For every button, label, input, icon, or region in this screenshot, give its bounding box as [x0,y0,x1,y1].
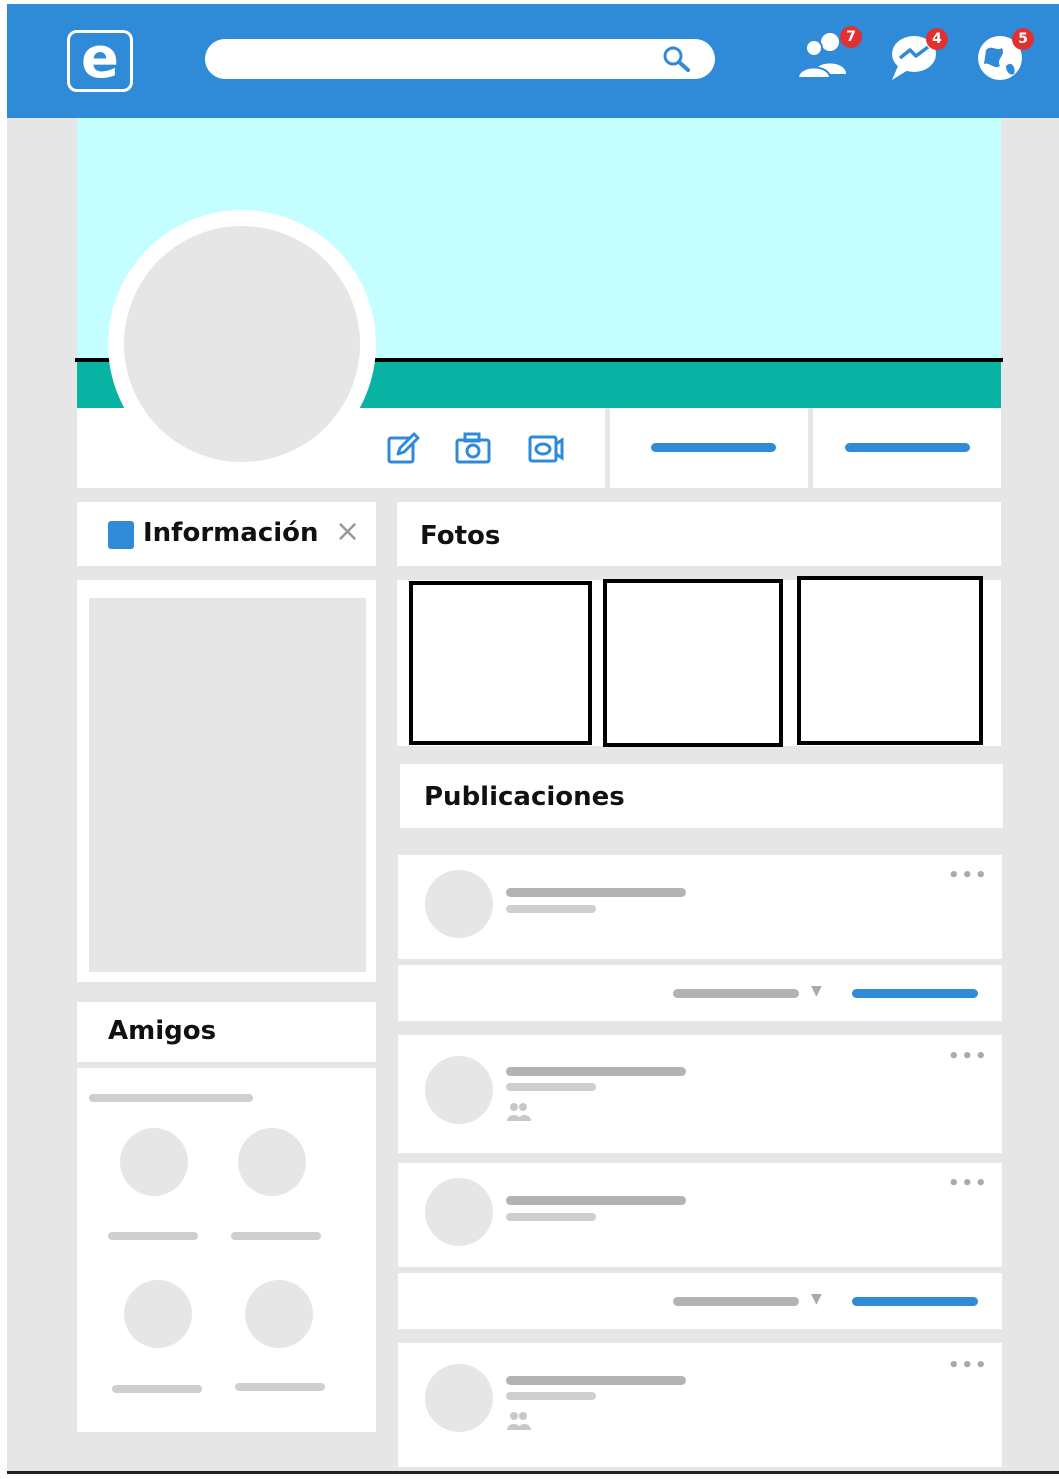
friend-name-placeholder [235,1383,325,1391]
group-icon [507,1412,531,1430]
post-action-button[interactable] [852,1297,978,1306]
camera-icon[interactable] [455,432,491,464]
posts-header: Publicaciones [400,764,1003,828]
post-options-icon[interactable]: ••• [948,1173,989,1194]
post-author-avatar[interactable] [425,1178,493,1246]
post-card: ••• [398,1343,1002,1467]
friends-badge: 7 [840,26,862,48]
post-date-placeholder [506,1392,596,1400]
action-divider [808,408,813,488]
info-icon [108,521,134,549]
friend-avatar[interactable] [120,1128,188,1196]
post-author-placeholder [506,1376,686,1385]
search-icon[interactable] [661,45,693,73]
photos-title: Fotos [420,521,501,551]
post-date-placeholder [506,905,596,913]
photos-header: Fotos [397,502,1001,566]
dropdown-icon[interactable]: ▼ [811,983,822,999]
info-panel [77,580,376,982]
info-title: Información [143,518,319,548]
post-author-avatar[interactable] [425,870,493,938]
profile-action-button[interactable] [845,443,970,452]
post-options-icon[interactable]: ••• [948,1355,989,1376]
profile-avatar[interactable] [124,226,360,462]
notifications-badge: 5 [1012,28,1034,50]
video-icon[interactable] [528,434,564,464]
post-options-icon[interactable]: ••• [948,865,989,886]
profile-action-button[interactable] [651,443,776,452]
post-date-placeholder [506,1083,596,1091]
post-options-icon[interactable]: ••• [948,1046,989,1067]
dropdown-icon[interactable]: ▼ [811,1291,822,1307]
post-author-placeholder [506,1067,686,1076]
messages-button[interactable]: 4 [886,28,950,86]
post-card: ••• [398,1163,1002,1267]
info-header: Información × [77,502,376,566]
friend-name-placeholder [231,1232,321,1240]
posts-title: Publicaciones [424,782,625,812]
group-icon [507,1103,531,1121]
friends-title: Amigos [108,1016,217,1046]
friend-avatar[interactable] [238,1128,306,1196]
edit-icon[interactable] [386,432,420,466]
action-divider [605,408,610,488]
photo-thumbnail[interactable] [409,581,592,745]
search-input[interactable] [205,39,715,79]
post-author-placeholder [506,888,686,897]
post-card: ••• [398,1035,1002,1153]
reaction-placeholder [673,1297,799,1306]
info-content-placeholder [89,598,366,972]
photo-thumbnail[interactable] [797,576,983,745]
friend-name-placeholder [112,1385,202,1393]
app-logo[interactable]: e [67,30,133,92]
post-action-button[interactable] [852,989,978,998]
post-author-avatar[interactable] [425,1364,493,1432]
post-card: ••• [398,855,1002,959]
post-footer: ▼ [398,1273,1002,1329]
photo-thumbnail[interactable] [603,579,783,747]
friends-header: Amigos [77,1002,376,1062]
post-date-placeholder [506,1213,596,1221]
friends-panel [77,1068,376,1432]
post-footer: ▼ [398,965,1002,1021]
friends-requests-button[interactable]: 7 [796,26,862,84]
post-author-avatar[interactable] [425,1056,493,1124]
friends-count-placeholder [89,1094,253,1102]
friend-avatar[interactable] [124,1280,192,1348]
reaction-placeholder [673,989,799,998]
post-author-placeholder [506,1196,686,1205]
messages-badge: 4 [926,28,948,50]
friend-avatar[interactable] [245,1280,313,1348]
friend-name-placeholder [108,1232,198,1240]
close-icon[interactable]: × [335,514,360,549]
notifications-button[interactable]: 5 [974,28,1038,86]
